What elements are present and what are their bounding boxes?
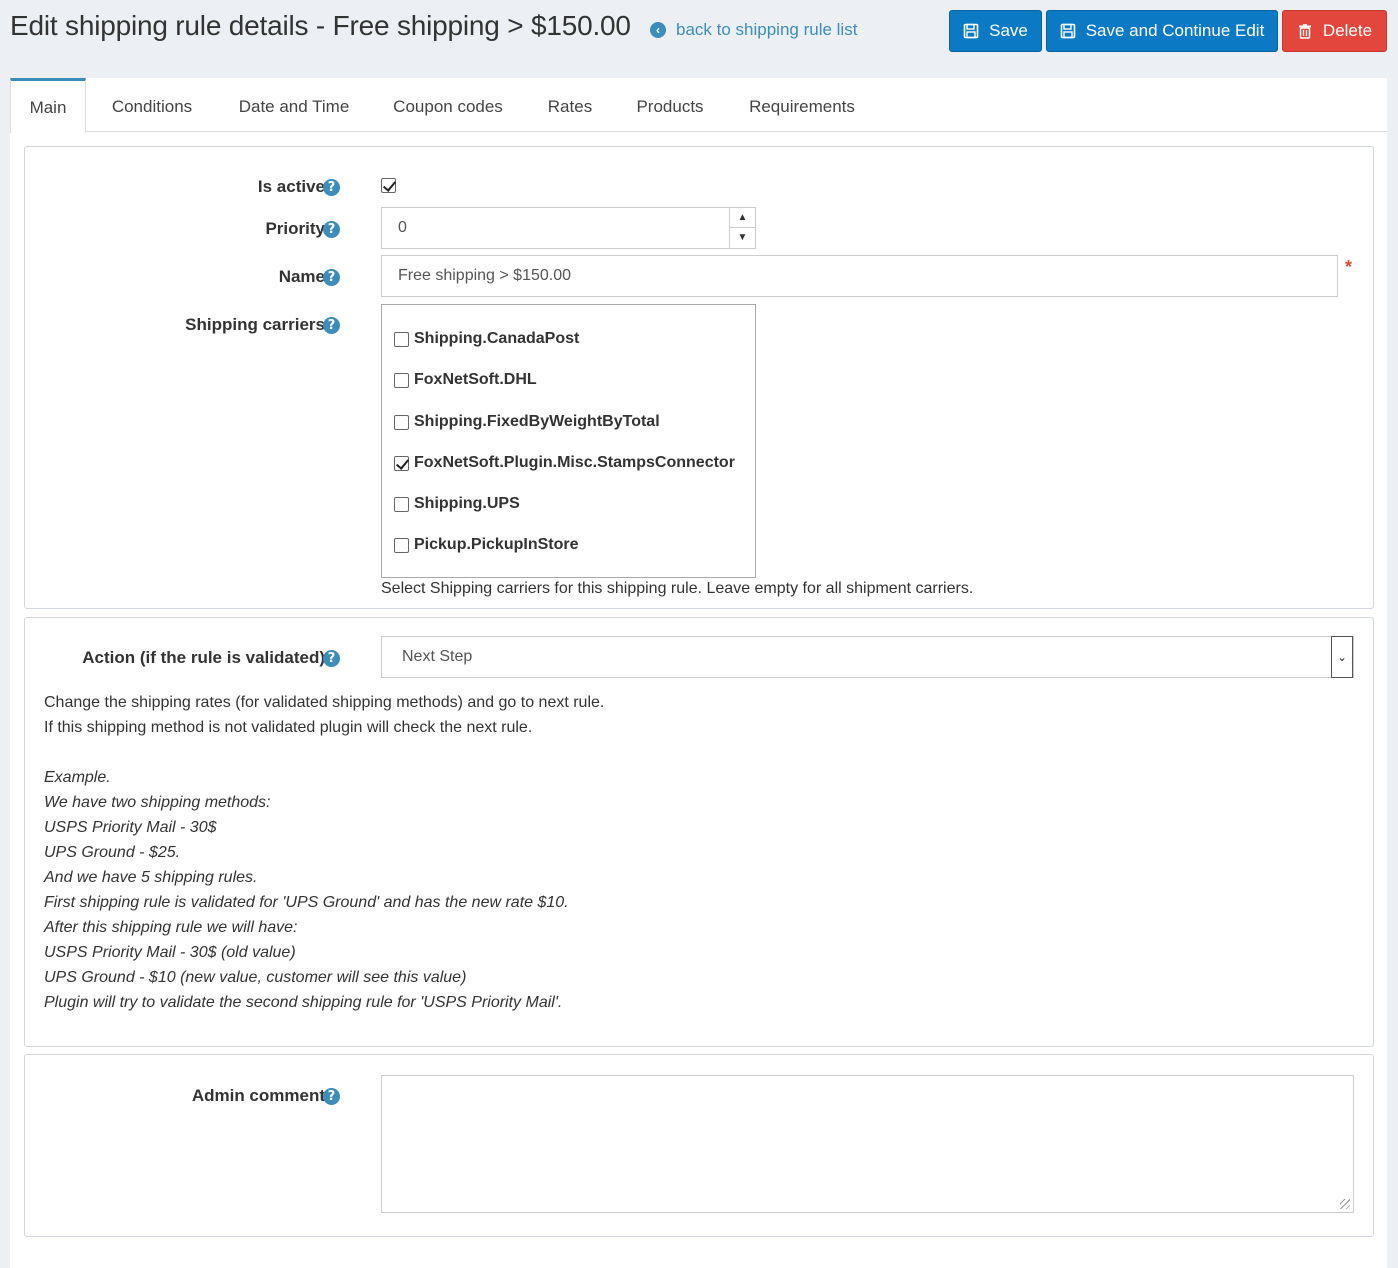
action-select[interactable]: Next Step ⌄ — [381, 636, 1354, 678]
action-label: Action (if the rule is validated) — [82, 648, 325, 667]
carrier-checkbox[interactable] — [394, 538, 409, 553]
carrier-checkbox[interactable] — [394, 332, 409, 347]
priority-input[interactable]: 0 ▲ ▼ — [381, 207, 756, 249]
help-icon[interactable]: ? — [323, 1088, 340, 1105]
is-active-label: Is active — [257, 177, 325, 196]
priority-label: Priority — [265, 219, 325, 238]
action-description-line: If this shipping method is not validated… — [44, 719, 533, 736]
help-icon[interactable]: ? — [323, 179, 340, 196]
example-line: USPS Priority Mail - 30$ (old value) — [44, 944, 296, 961]
admin-comment-textarea[interactable] — [381, 1075, 1354, 1213]
page-header: Edit shipping rule details - Free shippi… — [0, 0, 1398, 62]
save-button[interactable]: Save — [949, 10, 1042, 52]
tab-main[interactable]: Main — [10, 78, 86, 133]
carrier-label: Pickup.PickupInStore — [414, 536, 579, 553]
carrier-label: Shipping.CanadaPost — [414, 330, 580, 347]
tab-coupon-codes[interactable]: Coupon codes — [384, 78, 512, 132]
example-line: After this shipping rule we will have: — [44, 919, 298, 936]
example-line: Example. — [44, 769, 111, 786]
required-asterisk: * — [1345, 257, 1353, 277]
carrier-checkbox[interactable] — [394, 415, 409, 430]
save-continue-button[interactable]: Save and Continue Edit — [1046, 10, 1278, 52]
admin-comment-label: Admin comment — [191, 1086, 325, 1105]
help-icon[interactable]: ? — [323, 650, 340, 667]
action-selected-value: Next Step — [402, 648, 473, 665]
save-continue-button-label: Save and Continue Edit — [1085, 21, 1265, 40]
name-input[interactable]: Free shipping > $150.00 — [381, 255, 1338, 297]
carrier-label: FoxNetSoft.Plugin.Misc.StampsConnector — [414, 454, 735, 471]
resize-grip-icon[interactable] — [1340, 1199, 1350, 1209]
chevron-down-icon[interactable]: ▼ — [730, 228, 755, 248]
example-line: Plugin will try to validate the second s… — [44, 994, 563, 1011]
tab-requirements[interactable]: Requirements — [740, 78, 864, 132]
shipping-carriers-list: Shipping.CanadaPost FoxNetSoft.DHL Shipp… — [381, 304, 756, 578]
help-icon[interactable]: ? — [323, 269, 340, 286]
floppy-disk-icon — [1060, 23, 1075, 39]
tab-date-and-time[interactable]: Date and Time — [228, 78, 360, 132]
action-panel: Action (if the rule is validated) ? Next… — [24, 617, 1374, 1047]
delete-button-label: Delete — [1322, 21, 1373, 40]
tab-bar: Main Conditions Date and Time Coupon cod… — [10, 78, 1387, 133]
page-title: Edit shipping rule details - Free shippi… — [10, 10, 631, 41]
action-description-line: Change the shipping rates (for validated… — [44, 694, 605, 711]
example-line: First shipping rule is validated for 'UP… — [44, 894, 569, 911]
trash-icon — [1298, 24, 1311, 39]
carrier-label: Shipping.FixedByWeightByTotal — [414, 413, 660, 430]
chevron-down-icon[interactable]: ⌄ — [1331, 636, 1353, 678]
help-icon[interactable]: ? — [323, 221, 340, 238]
carrier-checkbox[interactable] — [394, 497, 409, 512]
example-line: UPS Ground - $25. — [44, 844, 181, 861]
tab-container: Main Conditions Date and Time Coupon cod… — [10, 78, 1387, 1268]
save-button-label: Save — [989, 21, 1028, 40]
shipping-carriers-label: Shipping carriers — [185, 315, 325, 334]
example-line: And we have 5 shipping rules. — [44, 869, 258, 886]
name-label: Name — [278, 267, 325, 286]
tab-products[interactable]: Products — [628, 78, 712, 132]
example-line: UPS Ground - $10 (new value, customer wi… — [44, 969, 467, 986]
floppy-disk-icon — [963, 23, 979, 39]
help-icon[interactable]: ? — [323, 317, 340, 334]
is-active-checkbox[interactable] — [381, 178, 396, 193]
arrow-circle-left-icon: ‹ — [650, 22, 666, 38]
carrier-label: Shipping.UPS — [414, 495, 520, 512]
delete-button[interactable]: Delete — [1282, 10, 1387, 52]
admin-comment-panel: Admin comment ? — [24, 1054, 1374, 1237]
back-link-label: back to shipping rule list — [676, 20, 858, 39]
example-line: USPS Priority Mail - 30$ — [44, 819, 217, 836]
example-line: We have two shipping methods: — [44, 794, 271, 811]
carrier-label: FoxNetSoft.DHL — [414, 371, 537, 388]
priority-value: 0 — [398, 219, 407, 236]
carrier-checkbox[interactable] — [394, 373, 409, 388]
chevron-up-icon[interactable]: ▲ — [730, 208, 755, 228]
carriers-hint: Select Shipping carriers for this shippi… — [381, 580, 974, 597]
priority-stepper[interactable]: ▲ ▼ — [729, 208, 755, 248]
back-to-list-link[interactable]: ‹ back to shipping rule list — [650, 20, 857, 40]
main-settings-panel: Is active ? Priority ? 0 ▲ ▼ Name ? Free… — [24, 146, 1374, 609]
carrier-checkbox[interactable] — [394, 456, 409, 471]
tab-rates[interactable]: Rates — [540, 78, 600, 132]
tab-conditions[interactable]: Conditions — [102, 78, 202, 132]
